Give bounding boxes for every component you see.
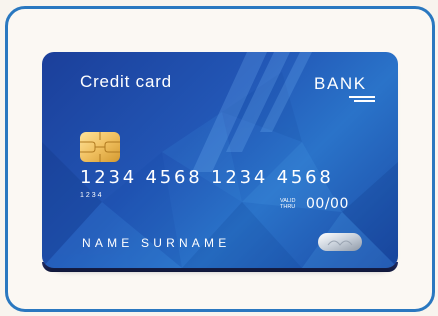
chip-icon [80, 132, 120, 162]
valid-thru-label: VALID THRU [280, 198, 296, 210]
card-number: 1234 4568 1234 4568 [80, 167, 334, 188]
bank-name: BANK [314, 74, 367, 93]
expiry-date: 00/00 [306, 196, 349, 212]
card-number-small: 1234 [80, 192, 104, 199]
valid-label-line2: THRU [280, 204, 296, 210]
credit-card: Credit card BANK 1234 4568 1234 4568 123… [42, 52, 398, 268]
hologram-icon [318, 233, 362, 251]
bank-underline [354, 100, 375, 102]
cardholder-name: NAME SURNAME [82, 236, 231, 250]
card-title: Credit card [80, 72, 172, 91]
bank-underline [349, 96, 375, 98]
